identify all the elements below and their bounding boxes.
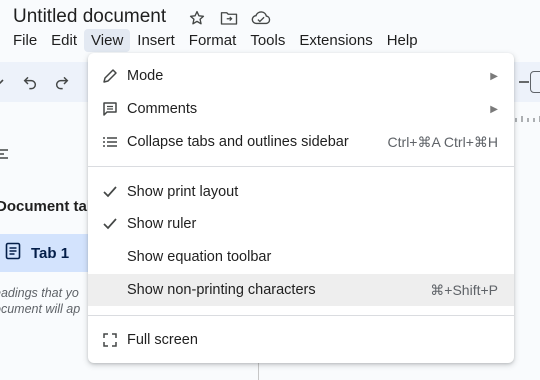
shortcut-hint: ⌘+Shift+P (430, 281, 498, 298)
menu-item-label: Show equation toolbar (127, 249, 272, 265)
cloud-status-icon[interactable] (250, 8, 272, 28)
menu-item-label: Show print layout (127, 184, 239, 200)
menu-view[interactable]: View (84, 29, 131, 52)
collapse-sidebar-icon[interactable] (0, 146, 10, 167)
menu-item-show-non-printing[interactable]: Show non-printing characters ⌘+Shift+P (88, 274, 514, 306)
font-size-input[interactable] (530, 71, 540, 93)
menu-item-label: Full screen (127, 332, 198, 348)
menu-separator (88, 166, 514, 167)
list-icon (100, 132, 120, 152)
menu-item-show-ruler[interactable]: Show ruler (88, 208, 514, 240)
menu-extensions[interactable]: Extensions (292, 29, 379, 52)
menu-help[interactable]: Help (380, 29, 425, 52)
menu-item-mode[interactable]: Mode ▶ (88, 60, 514, 92)
comment-icon (100, 99, 120, 119)
star-icon[interactable] (186, 8, 208, 28)
fullscreen-icon (100, 330, 120, 350)
move-to-folder-icon[interactable] (218, 8, 240, 28)
menu-tools[interactable]: Tools (243, 29, 292, 52)
pencil-icon (100, 66, 120, 86)
menu-item-full-screen[interactable]: Full screen (88, 324, 514, 356)
view-menu-dropdown: Mode ▶ Comments ▶ Collapse tabs and outl… (88, 53, 514, 363)
submenu-arrow-icon: ▶ (490, 70, 498, 82)
horizontal-ruler[interactable] (514, 110, 540, 130)
undo-icon[interactable] (20, 72, 40, 92)
menu-item-label: Collapse tabs and outlines sidebar (127, 134, 349, 150)
menu-insert[interactable]: Insert (130, 29, 182, 52)
document-icon (5, 242, 21, 264)
menu-item-label: Show ruler (127, 216, 197, 232)
check-icon (100, 182, 120, 202)
menu-item-show-equation-toolbar[interactable]: Show equation toolbar (88, 241, 514, 273)
tab-label: Tab 1 (31, 244, 70, 262)
check-icon (100, 214, 120, 234)
menu-item-label: Comments (127, 101, 198, 117)
search-menus-icon[interactable] (0, 72, 12, 92)
menu-format[interactable]: Format (182, 29, 244, 52)
document-title[interactable]: Untitled document (13, 6, 166, 28)
menu-bar: File Edit View Insert Format Tools Exten… (6, 29, 425, 52)
submenu-arrow-icon: ▶ (490, 103, 498, 115)
menu-edit[interactable]: Edit (44, 29, 84, 52)
menu-file[interactable]: File (6, 29, 44, 52)
menu-item-show-print-layout[interactable]: Show print layout (88, 176, 514, 208)
menu-item-label: Show non-printing characters (127, 282, 316, 298)
menu-item-comments[interactable]: Comments ▶ (88, 93, 514, 125)
shortcut-hint: Ctrl+⌘A Ctrl+⌘H (387, 133, 498, 150)
document-tabs-heading: Document tab (0, 198, 97, 215)
menu-item-label: Mode (127, 68, 164, 84)
menu-item-collapse-tabs[interactable]: Collapse tabs and outlines sidebar Ctrl+… (88, 126, 514, 158)
menu-separator (88, 315, 514, 316)
redo-icon[interactable] (52, 72, 72, 92)
